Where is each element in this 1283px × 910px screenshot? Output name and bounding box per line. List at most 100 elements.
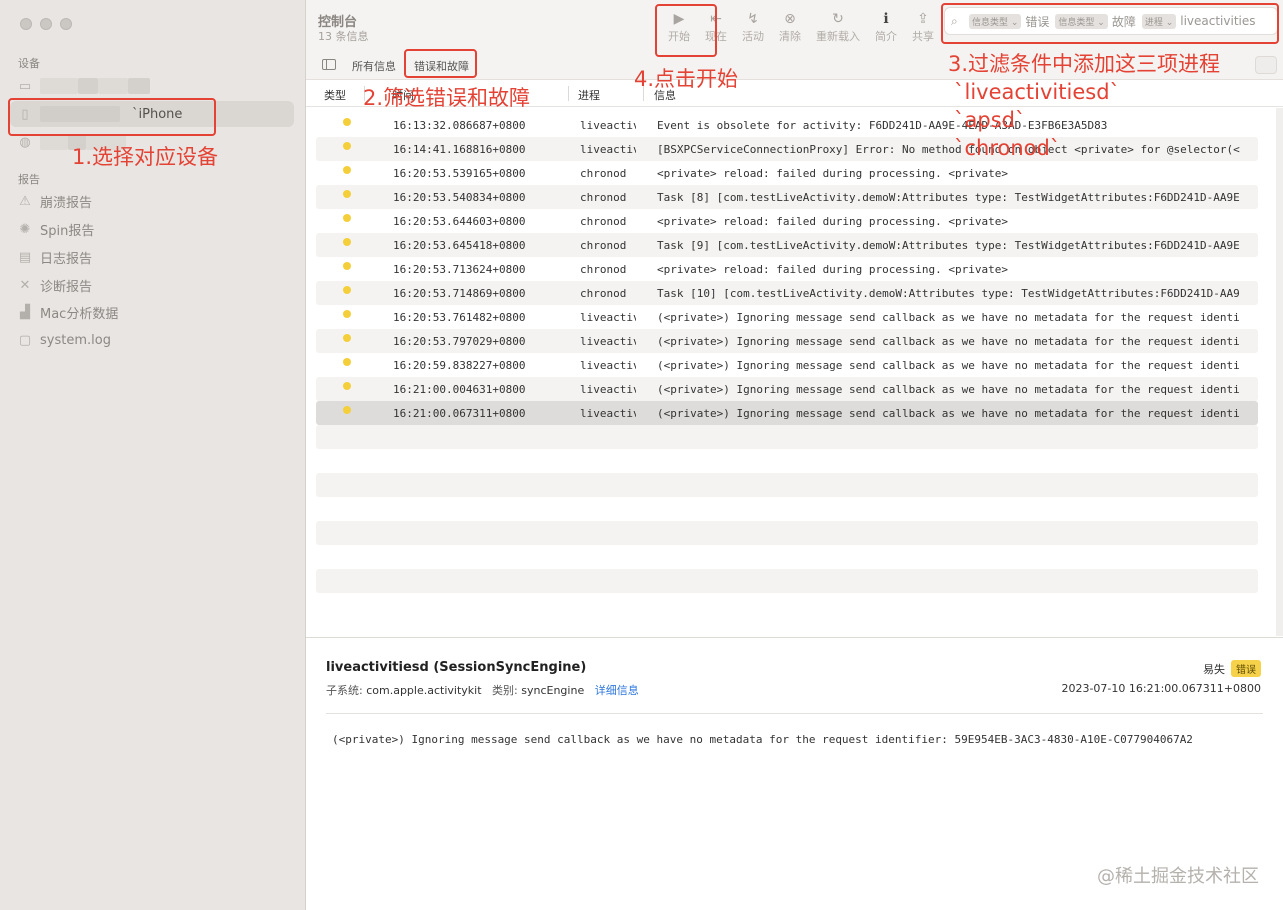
annotation-process-3: `chronod` <box>954 136 1061 160</box>
row-time: 16:20:53.713624+0800 <box>393 263 526 276</box>
sidebar-item-crash-reports[interactable]: ⚠ 崩溃报告 <box>10 188 294 214</box>
table-row[interactable]: 16:20:53.540834+0800 chronod Task [8] [com… <box>316 185 1258 209</box>
row-time: 16:21:00.067311+0800 <box>393 407 526 420</box>
row-process: liveactivitiesd <box>580 359 636 372</box>
row-time: 16:20:53.540834+0800 <box>393 191 526 204</box>
row-message: (<private>) Ignoring message send callba… <box>657 335 1240 348</box>
row-message: (<private>) Ignoring message send callba… <box>657 407 1240 420</box>
devices-heading: 设备 <box>18 57 40 70</box>
clear-icon: ⊗ <box>784 11 796 27</box>
sidebar-item-diagnostic-reports[interactable]: ✕ 诊断报告 <box>10 272 294 298</box>
row-process: liveactivitiesd <box>580 335 636 348</box>
row-time: 16:20:53.644603+0800 <box>393 215 526 228</box>
sidebar-device-mac[interactable]: ▭ <box>10 73 294 99</box>
table-row[interactable]: 16:20:53.761482+0800 liveactivitiesd (<pri… <box>316 305 1258 329</box>
table-row[interactable]: 16:13:32.086687+0800liveactivitiesdEvent… <box>316 113 1258 137</box>
minimize-window-button[interactable] <box>40 18 52 30</box>
error-indicator-icon <box>343 190 351 198</box>
row-message: (<private>) Ignoring message send callba… <box>657 383 1240 396</box>
row-process: liveactivitiesd <box>580 311 636 324</box>
detail-title: liveactivitiesd (SessionSyncEngine) <box>326 660 587 675</box>
empty-row <box>316 497 1258 521</box>
row-time: 16:20:53.714869+0800 <box>393 287 526 300</box>
sidebar-item-system-log[interactable]: ▢ system.log <box>10 327 294 353</box>
row-message: Task [10] [com.testLiveActivity.demoW:At… <box>657 287 1240 300</box>
error-indicator-icon <box>343 142 351 150</box>
row-message: Task [8] [com.testLiveActivity.demoW:Att… <box>657 191 1240 204</box>
row-message: <private> reload: failed during processi… <box>657 215 1008 228</box>
empty-row <box>316 569 1258 593</box>
error-indicator-icon <box>343 166 351 174</box>
row-time: 16:20:59.838227+0800 <box>393 359 526 372</box>
error-indicator-icon <box>343 382 351 390</box>
detail-category: syncEngine <box>521 684 585 697</box>
table-row[interactable]: 16:20:59.838227+0800 liveactivitiesd (<pri… <box>316 353 1258 377</box>
empty-row <box>316 521 1258 545</box>
watch-icon: ◍ <box>19 134 31 150</box>
log-table: 16:13:32.086687+0800liveactivitiesdEvent… <box>316 113 1258 617</box>
table-row[interactable]: 16:20:53.645418+0800 chronod Task [9] [com… <box>316 233 1258 257</box>
all-messages-button[interactable]: 所有信息 <box>352 58 396 74</box>
reload-icon: ↻ <box>832 11 844 27</box>
row-process: chronod <box>580 215 627 228</box>
table-row[interactable]: 16:21:00.067311+0800 liveactivitiesd (<pri… <box>316 401 1258 425</box>
detail-timestamp: 2023-07-10 16:21:00.067311+0800 <box>1061 682 1261 695</box>
message-count: 13 条信息 <box>318 30 369 43</box>
detail-subsystem-line: 子系统: com.apple.activitykit 类别: syncEngin… <box>326 684 639 697</box>
tools-icon: ✕ <box>19 277 31 293</box>
annotation-step-4: 4.点击开始 <box>634 67 739 91</box>
row-time: 16:13:32.086687+0800 <box>393 119 526 132</box>
row-process: chronod <box>580 263 627 276</box>
table-row[interactable]: 16:21:00.004631+0800 liveactivitiesd (<pri… <box>316 377 1258 401</box>
table-row[interactable]: 16:20:53.713624+0800 chronod <private> rel… <box>316 257 1258 281</box>
computer-icon: ▭ <box>18 78 32 94</box>
row-message: (<private>) Ignoring message send callba… <box>657 311 1240 324</box>
reports-heading: 报告 <box>18 173 40 186</box>
table-row[interactable]: 16:20:53.714869+0800 chronod Task [10] [co… <box>316 281 1258 305</box>
error-badge: 错误 <box>1231 660 1261 677</box>
volatile-label: 易失 <box>1203 662 1225 676</box>
zoom-window-button[interactable] <box>60 18 72 30</box>
empty-row <box>316 425 1258 449</box>
table-row[interactable]: 16:20:53.539165+0800 chronod <private> rel… <box>316 161 1258 185</box>
document-icon: ▤ <box>18 249 32 265</box>
table-row[interactable]: 16:14:41.168816+0800liveactivitiesd[BSXP… <box>316 137 1258 161</box>
table-row[interactable]: 16:20:53.644603+0800 chronod <private> rel… <box>316 209 1258 233</box>
annotation-process-1: `liveactivitiesd` <box>954 80 1121 104</box>
annotation-step-1: 1.选择对应设备 <box>72 145 219 169</box>
row-time: 16:20:53.645418+0800 <box>393 239 526 252</box>
sidebar-item-log-reports[interactable]: ▤ 日志报告 <box>10 244 294 270</box>
share-button[interactable]: ⇪ 共享 <box>903 10 943 44</box>
info-button[interactable]: ℹ 简介 <box>866 10 906 44</box>
activity-icon: ↯ <box>747 11 759 27</box>
vertical-scrollbar[interactable] <box>1276 108 1283 636</box>
sidebar-item-mac-analytics[interactable]: ▟ Mac分析数据 <box>10 299 294 325</box>
row-process: chronod <box>580 239 627 252</box>
empty-row <box>316 593 1258 617</box>
filter-options-button[interactable] <box>1255 56 1277 74</box>
divider <box>326 713 1263 714</box>
reload-button[interactable]: ↻ 重新载入 <box>814 10 862 44</box>
window-controls <box>20 18 72 30</box>
sidebar-item-spin-reports[interactable]: ✺ Spin报告 <box>10 216 294 242</box>
highlight-search-field <box>941 3 1279 44</box>
details-link[interactable]: 详细信息 <box>595 684 639 697</box>
row-message: Task [9] [com.testLiveActivity.demoW:Att… <box>657 239 1240 252</box>
row-process: chronod <box>580 191 627 204</box>
close-window-button[interactable] <box>20 18 32 30</box>
info-icon: ℹ <box>883 11 889 27</box>
clear-button[interactable]: ⊗ 清除 <box>770 10 810 44</box>
error-indicator-icon <box>343 262 351 270</box>
table-row[interactable]: 16:20:53.797029+0800 liveactivitiesd (<pri… <box>316 329 1258 353</box>
empty-row <box>316 473 1258 497</box>
row-message: <private> reload: failed during processi… <box>657 167 1008 180</box>
file-icon: ▢ <box>18 332 32 348</box>
activities-button[interactable]: ↯ 活动 <box>733 10 773 44</box>
column-type[interactable]: 类型 <box>324 87 346 103</box>
row-process: chronod <box>580 287 627 300</box>
column-process[interactable]: 进程 <box>578 87 600 103</box>
row-time: 16:20:53.797029+0800 <box>393 335 526 348</box>
sidebar-toggle-icon[interactable] <box>322 59 336 70</box>
error-indicator-icon <box>343 406 351 414</box>
share-icon: ⇪ <box>917 11 929 27</box>
